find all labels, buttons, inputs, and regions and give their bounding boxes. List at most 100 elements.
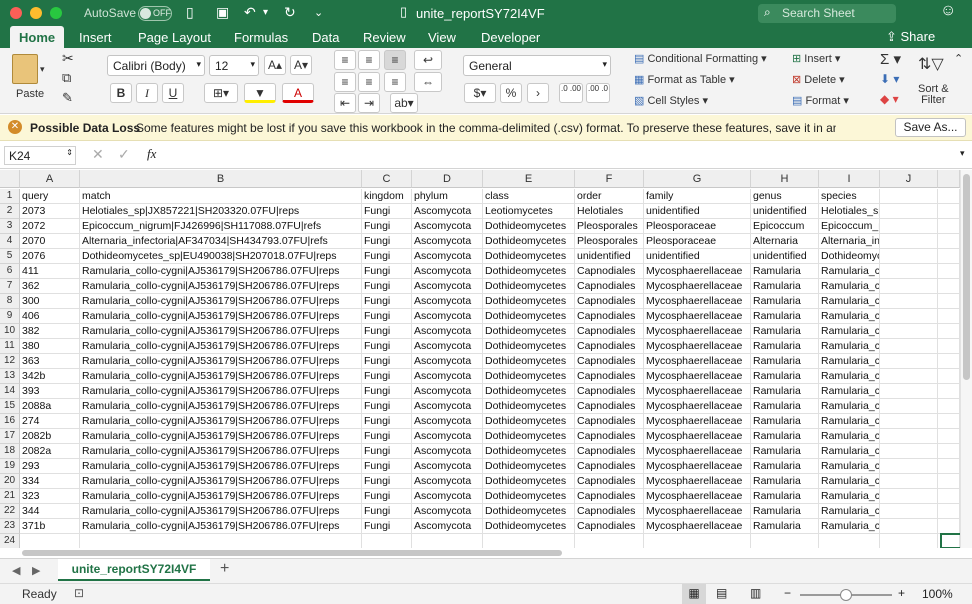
cell-g8[interactable]: Mycosphaerellaceae [644, 294, 751, 309]
cell-filler[interactable] [938, 489, 960, 504]
cell-c15[interactable]: Fungi [362, 399, 412, 414]
align-top-button[interactable]: ≡ [334, 50, 356, 70]
cell-e12[interactable]: Dothideomycetes [483, 354, 575, 369]
cell-g22[interactable]: Mycosphaerellaceae [644, 504, 751, 519]
cell-f24[interactable] [575, 534, 644, 548]
row-header[interactable]: 8 [0, 294, 20, 309]
cell-j4[interactable] [880, 234, 938, 249]
cell-c7[interactable]: Fungi [362, 279, 412, 294]
cell-i6[interactable]: Ramularia_collo-cygni [819, 264, 880, 279]
cell-b24[interactable] [80, 534, 362, 548]
undo-dropdown-icon[interactable]: ▾ [263, 7, 268, 18]
cell-d5[interactable]: Ascomycota [412, 249, 483, 264]
cell-j12[interactable] [880, 354, 938, 369]
next-sheet-icon[interactable]: ▶ [32, 564, 40, 577]
cell-f5[interactable]: unidentified [575, 249, 644, 264]
cell-h4[interactable]: Alternaria [751, 234, 819, 249]
cell-j14[interactable] [880, 384, 938, 399]
cell-h5[interactable]: unidentified [751, 249, 819, 264]
row-header[interactable]: 24 [0, 534, 20, 548]
cell-h8[interactable]: Ramularia [751, 294, 819, 309]
cell-j3[interactable] [880, 219, 938, 234]
cell-g4[interactable]: Pleosporaceae [644, 234, 751, 249]
cell-i3[interactable]: Epicoccum_nigrum [819, 219, 880, 234]
cell-h16[interactable]: Ramularia [751, 414, 819, 429]
cell-a14[interactable]: 393 [20, 384, 80, 399]
cell-e19[interactable]: Dothideomycetes [483, 459, 575, 474]
cell-j1[interactable] [880, 189, 938, 204]
cell-e8[interactable]: Dothideomycetes [483, 294, 575, 309]
font-color-button[interactable]: A [282, 83, 314, 103]
cell-h12[interactable]: Ramularia [751, 354, 819, 369]
cell-d3[interactable]: Ascomycota [412, 219, 483, 234]
cell-d20[interactable]: Ascomycota [412, 474, 483, 489]
cell-j10[interactable] [880, 324, 938, 339]
cell-d22[interactable]: Ascomycota [412, 504, 483, 519]
cell-f9[interactable]: Capnodiales [575, 309, 644, 324]
cell-g15[interactable]: Mycosphaerellaceae [644, 399, 751, 414]
cell-b6[interactable]: Ramularia_collo-cygni|AJ536179|SH206786.… [80, 264, 362, 279]
confirm-entry-icon[interactable]: ✓ [118, 146, 130, 163]
cell-d21[interactable]: Ascomycota [412, 489, 483, 504]
cell-h7[interactable]: Ramularia [751, 279, 819, 294]
cell-filler[interactable] [938, 324, 960, 339]
cell-e20[interactable]: Dothideomycetes [483, 474, 575, 489]
cell-a2[interactable]: 2073 [20, 204, 80, 219]
cell-h6[interactable]: Ramularia [751, 264, 819, 279]
cell-e3[interactable]: Dothideomycetes [483, 219, 575, 234]
formula-input[interactable] [170, 146, 950, 165]
cell-d18[interactable]: Ascomycota [412, 444, 483, 459]
bold-button[interactable]: B [110, 83, 132, 103]
cell-e9[interactable]: Dothideomycetes [483, 309, 575, 324]
cell-c21[interactable]: Fungi [362, 489, 412, 504]
zoom-slider[interactable] [800, 589, 892, 601]
cell-a4[interactable]: 2070 [20, 234, 80, 249]
cell-j21[interactable] [880, 489, 938, 504]
sidebar-toggle-icon[interactable]: ▯ [186, 4, 194, 21]
name-box[interactable]: K24 ⇕ [4, 146, 76, 165]
cell-b2[interactable]: Helotiales_sp|JX857221|SH203320.07FU|rep… [80, 204, 362, 219]
cell-i14[interactable]: Ramularia_collo-cygni [819, 384, 880, 399]
column-header-b[interactable]: B [80, 170, 362, 188]
cell-g1[interactable]: family [644, 189, 751, 204]
cell-j18[interactable] [880, 444, 938, 459]
save-icon[interactable]: ▣ [216, 4, 229, 21]
increase-indent-button[interactable]: ⇥ [358, 93, 380, 113]
tab-view[interactable]: View [428, 30, 456, 45]
cell-h15[interactable]: Ramularia [751, 399, 819, 414]
cell-c11[interactable]: Fungi [362, 339, 412, 354]
cell-i15[interactable]: Ramularia_collo-cygni [819, 399, 880, 414]
cell-b14[interactable]: Ramularia_collo-cygni|AJ536179|SH206786.… [80, 384, 362, 399]
underline-button[interactable]: U [162, 83, 184, 103]
cell-j15[interactable] [880, 399, 938, 414]
cell-i17[interactable]: Ramularia_collo-cygni [819, 429, 880, 444]
cell-c9[interactable]: Fungi [362, 309, 412, 324]
cell-filler[interactable] [938, 234, 960, 249]
cell-e16[interactable]: Dothideomycetes [483, 414, 575, 429]
cell-e17[interactable]: Dothideomycetes [483, 429, 575, 444]
cell-j9[interactable] [880, 309, 938, 324]
font-name-select[interactable]: Calibri (Body) ▾ [107, 55, 205, 76]
cell-a22[interactable]: 344 [20, 504, 80, 519]
cell-a10[interactable]: 382 [20, 324, 80, 339]
cell-h17[interactable]: Ramularia [751, 429, 819, 444]
font-size-select[interactable]: 12 ▾ [209, 55, 259, 76]
cell-e22[interactable]: Dothideomycetes [483, 504, 575, 519]
insert-cells-button[interactable]: ⊞ Insert ▾ [792, 52, 840, 65]
cell-e1[interactable]: class [483, 189, 575, 204]
cell-f4[interactable]: Pleosporales [575, 234, 644, 249]
increase-font-size-button[interactable]: A▴ [264, 55, 286, 75]
cell-h10[interactable]: Ramularia [751, 324, 819, 339]
cell-f6[interactable]: Capnodiales [575, 264, 644, 279]
cell-b18[interactable]: Ramularia_collo-cygni|AJ536179|SH206786.… [80, 444, 362, 459]
cell-b21[interactable]: Ramularia_collo-cygni|AJ536179|SH206786.… [80, 489, 362, 504]
cell-d10[interactable]: Ascomycota [412, 324, 483, 339]
cell-g5[interactable]: unidentified [644, 249, 751, 264]
cell-f17[interactable]: Capnodiales [575, 429, 644, 444]
column-header-a[interactable]: A [20, 170, 80, 188]
cell-g20[interactable]: Mycosphaerellaceae [644, 474, 751, 489]
paste-dropdown-icon[interactable]: ▾ [40, 64, 45, 75]
cell-d13[interactable]: Ascomycota [412, 369, 483, 384]
cell-f13[interactable]: Capnodiales [575, 369, 644, 384]
paste-icon[interactable] [12, 54, 38, 84]
